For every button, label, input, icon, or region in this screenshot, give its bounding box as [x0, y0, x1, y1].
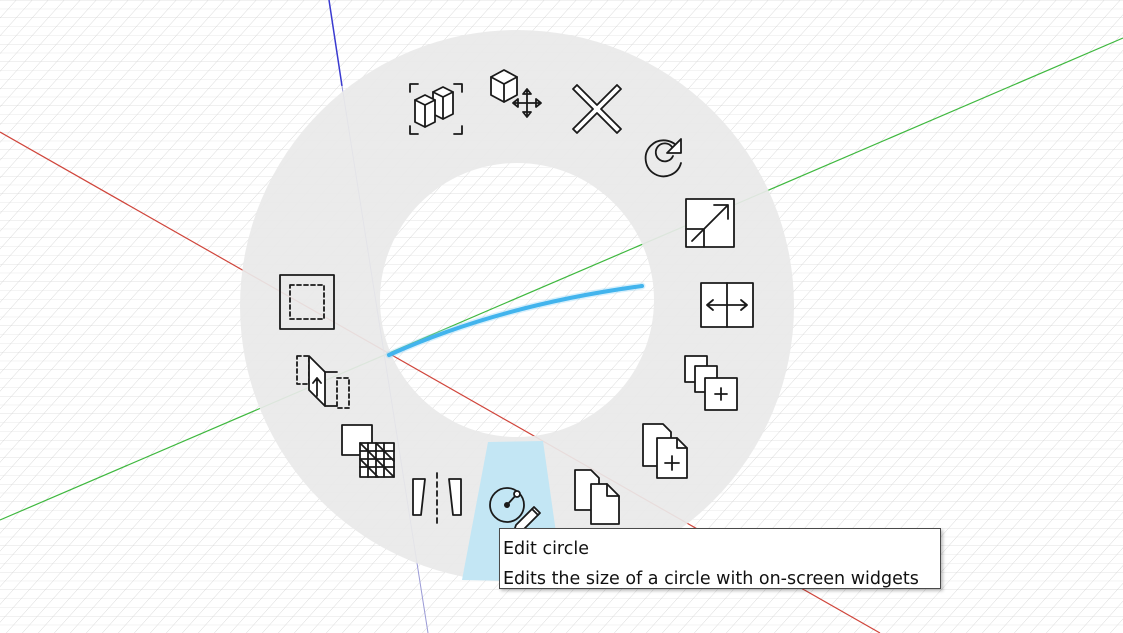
hatch-button[interactable]: [338, 421, 398, 481]
stretch-button[interactable]: [697, 275, 757, 335]
move-box-icon: [490, 69, 542, 118]
stretch-horizontal-icon: [700, 282, 754, 328]
new-document-button[interactable]: [635, 420, 695, 480]
mirror-button[interactable]: [407, 469, 467, 529]
select-region-button[interactable]: [278, 273, 338, 333]
tooltip-title: Edit circle: [503, 539, 589, 559]
repeat-arrow-icon: [644, 138, 682, 178]
scale-button[interactable]: [680, 193, 740, 253]
x-delete-icon: [572, 84, 622, 134]
copy-plus-icon: [684, 355, 738, 411]
copy-docs-icon: [574, 469, 620, 525]
hatch-fill-icon: [341, 424, 395, 478]
tooltip: Edit circle Edits the size of a circle w…: [499, 528, 941, 589]
delete-button[interactable]: [567, 79, 627, 139]
copy-plus-button[interactable]: [681, 352, 741, 412]
extrude-icon: [296, 355, 350, 409]
repeat-button[interactable]: [635, 125, 695, 185]
frame-boxes-icon: [409, 83, 463, 135]
document-plus-icon: [642, 423, 688, 479]
copy-button[interactable]: [567, 466, 627, 526]
tooltip-description: Edits the size of a circle with on-scree…: [503, 569, 919, 589]
dashed-square-icon: [279, 274, 335, 330]
scale-diagonal-icon: [685, 198, 735, 248]
fit-view-button[interactable]: [406, 78, 466, 138]
move-button[interactable]: [487, 65, 547, 125]
mirror-icon: [412, 472, 462, 524]
extrude-button[interactable]: [293, 352, 353, 412]
